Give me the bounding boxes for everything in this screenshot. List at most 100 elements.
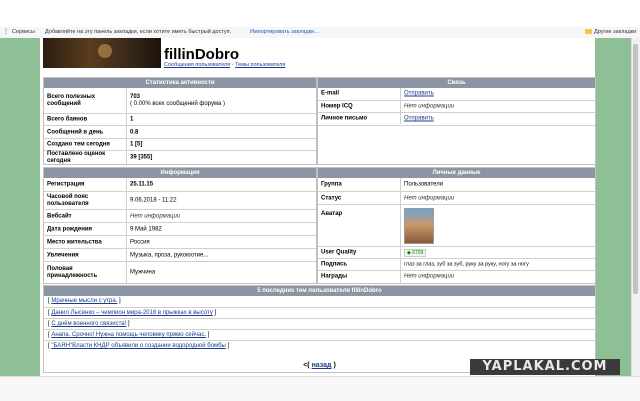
stats-label: Сообщений в день bbox=[47, 129, 104, 135]
stats-value: 1 bbox=[130, 116, 134, 123]
info-row: Увлечения Музыка, проза, рукоюотие... bbox=[44, 248, 316, 262]
activity-stats-panel: Статистика активности Всего полезных соо… bbox=[43, 77, 317, 165]
user-quality-value: ◆ 6709 bbox=[404, 249, 427, 257]
services-bookmark[interactable]: Сервисы bbox=[12, 29, 35, 35]
topic-item: [ С днём военного связиста! ] bbox=[44, 318, 595, 329]
stats-label: Создано тем сегодня bbox=[47, 141, 110, 148]
profile-username: fillinDobro bbox=[164, 46, 239, 63]
personal-value: Нет информации bbox=[404, 273, 455, 280]
info-value: Мужчина bbox=[130, 269, 156, 275]
topic-link[interactable]: Мрачные мысли с утра. bbox=[51, 298, 117, 304]
personal-row: Статус Нет информации bbox=[318, 191, 595, 205]
status-strip bbox=[0, 376, 640, 401]
topic-item: [ "БАЯН"Власти КНДР объявили о создании … bbox=[44, 340, 595, 351]
info-value: 9 Май 1982 bbox=[130, 226, 162, 232]
topic-item: [ Данил Лысенко – чемпион мира-2018 в пр… bbox=[44, 307, 595, 318]
stats-value-sub: ( 0.00% всех сообщений форума ) bbox=[130, 100, 226, 107]
info-row: Вебсайт Нет информации bbox=[44, 209, 316, 223]
topic-link[interactable]: Данил Лысенко – чемпион мира-2018 в прыж… bbox=[51, 310, 212, 316]
topic-item: [ Мрачные мысли с утра. ] bbox=[48, 298, 121, 304]
back-suffix: ) bbox=[333, 362, 336, 369]
apps-grid-icon[interactable]: ⋮ bbox=[3, 29, 9, 35]
info-row: Часовой пояс пользователя 9.06.2018 - 11… bbox=[44, 191, 316, 210]
personal-label: Статус bbox=[321, 195, 342, 201]
personal-value: Нет информации bbox=[404, 195, 455, 201]
user-posts-link[interactable]: Сообщения пользователя bbox=[164, 62, 230, 68]
info-value: 25.11.15 bbox=[130, 181, 154, 187]
quality-badge: ◆ 6709 bbox=[404, 249, 427, 257]
stats-label: Поставлено оценок сегодня bbox=[47, 151, 106, 164]
personal-label: User Quality bbox=[321, 249, 357, 256]
signature-text: глаз за глаз, зуб за зуб, руку за руку, … bbox=[404, 261, 529, 268]
page-side-right bbox=[595, 38, 631, 376]
info-label: Регистрация bbox=[47, 181, 85, 187]
info-header: Информация bbox=[44, 168, 316, 178]
contact-label: Номер ICQ bbox=[321, 103, 353, 110]
topic-link[interactable]: Анапа. Срочно! Нужна помощь человеку пря… bbox=[51, 332, 206, 338]
quality-score: 6709 bbox=[412, 250, 424, 256]
contact-value: Нет информации bbox=[404, 103, 455, 110]
personal-value: Пользователи bbox=[404, 181, 444, 187]
personal-row: Аватар bbox=[318, 204, 595, 247]
personal-data-header: Личные данные bbox=[318, 168, 595, 178]
info-label: Место жительства bbox=[47, 239, 102, 245]
personal-label: Аватар bbox=[321, 211, 343, 217]
topic-link[interactable]: "БАЯН"Власти КНДР объявили о создании во… bbox=[51, 343, 225, 349]
scrollbar-thumb[interactable] bbox=[633, 44, 638, 294]
profile-links: Сообщения пользователя · Темы пользовате… bbox=[164, 62, 285, 68]
user-topics-link[interactable]: Темы пользователя bbox=[235, 62, 285, 68]
info-label: Дата рождения bbox=[47, 226, 93, 232]
info-value: Россия bbox=[130, 239, 150, 245]
site-watermark: YAPLAKAL.COM bbox=[470, 359, 620, 375]
last-topics-header: 5 последних тем пользователя fillinDobro bbox=[44, 286, 595, 296]
stats-value-main: 703 bbox=[130, 93, 141, 100]
topic-link[interactable]: С днём военного связиста! bbox=[51, 321, 126, 327]
stats-value: 1 [5] bbox=[130, 141, 143, 148]
bookmarks-hint: Добавляйте на эту панель закладки, если … bbox=[45, 29, 232, 35]
profile-banner-image bbox=[43, 38, 161, 68]
info-value: Музыка, проза, рукоюотие... bbox=[130, 252, 209, 258]
stats-value: 39 [355] bbox=[130, 154, 153, 161]
stats-row: Сообщений в день 0.8 bbox=[44, 125, 316, 139]
send-email-link[interactable]: Отправить bbox=[404, 91, 434, 98]
topic-item: [ Анапа. Срочно! Нужна помощь человеку п… bbox=[44, 329, 595, 340]
info-label: Вебсайт bbox=[47, 213, 72, 219]
other-bookmarks-label: Другие закладки bbox=[594, 29, 637, 35]
personal-label: Подпись bbox=[321, 261, 348, 268]
personal-data-panel: Личные данные Группа Пользователи Статус… bbox=[317, 167, 596, 284]
contact-header: Связь bbox=[318, 78, 595, 88]
other-bookmarks[interactable]: Другие закладки bbox=[585, 29, 636, 35]
activity-stats-header: Статистика активности bbox=[44, 78, 316, 88]
stats-row: Всего полезных сообщений 703( 0.00% всех… bbox=[44, 88, 316, 113]
folder-icon bbox=[585, 29, 592, 35]
info-label: Часовой пояс пользователя bbox=[47, 194, 89, 207]
contact-panel: Связь E-mail Отправить Номер ICQ Нет инф… bbox=[317, 77, 596, 165]
personal-row: Группа Пользователи bbox=[318, 178, 595, 191]
personal-label: Группа bbox=[321, 181, 342, 187]
info-row: Дата рождения 9 Май 1982 bbox=[44, 222, 316, 236]
lamp-shape bbox=[98, 44, 112, 58]
info-label: Половая принадлежность bbox=[47, 265, 98, 279]
contact-label: Личное письмо bbox=[321, 115, 368, 122]
stats-row: Поставлено оценок сегодня 39 [355] bbox=[44, 150, 316, 165]
stats-value: 703( 0.00% всех сообщений форума ) bbox=[130, 94, 225, 108]
contact-row: Личное письмо Отправить bbox=[318, 112, 595, 126]
stats-value: 0.8 bbox=[130, 129, 139, 135]
info-label: Увлечения bbox=[47, 252, 79, 258]
info-value: Нет информации bbox=[130, 213, 181, 219]
info-row: Место жительства Россия bbox=[44, 235, 316, 249]
links-separator: · bbox=[231, 62, 234, 68]
send-pm-link[interactable]: Отправить bbox=[404, 116, 434, 123]
info-row: Половая принадлежность Мужчина bbox=[44, 261, 316, 283]
stats-label: Всего полезных сообщений bbox=[47, 93, 96, 107]
info-value: 9.06.2018 - 11:22 bbox=[130, 197, 177, 204]
contact-label: E-mail bbox=[321, 90, 340, 97]
info-panel: Информация Регистрация 25.11.15 Часовой … bbox=[43, 167, 317, 284]
info-row: Регистрация 25.11.15 bbox=[44, 178, 316, 191]
back-link[interactable]: назад bbox=[312, 362, 332, 369]
personal-row: Награды Нет информации bbox=[318, 270, 595, 283]
import-bookmarks-link[interactable]: Импортировать закладки... bbox=[250, 29, 319, 35]
back-prefix: <( bbox=[303, 362, 310, 369]
user-avatar bbox=[404, 208, 434, 244]
contact-row: E-mail Отправить bbox=[318, 88, 595, 100]
